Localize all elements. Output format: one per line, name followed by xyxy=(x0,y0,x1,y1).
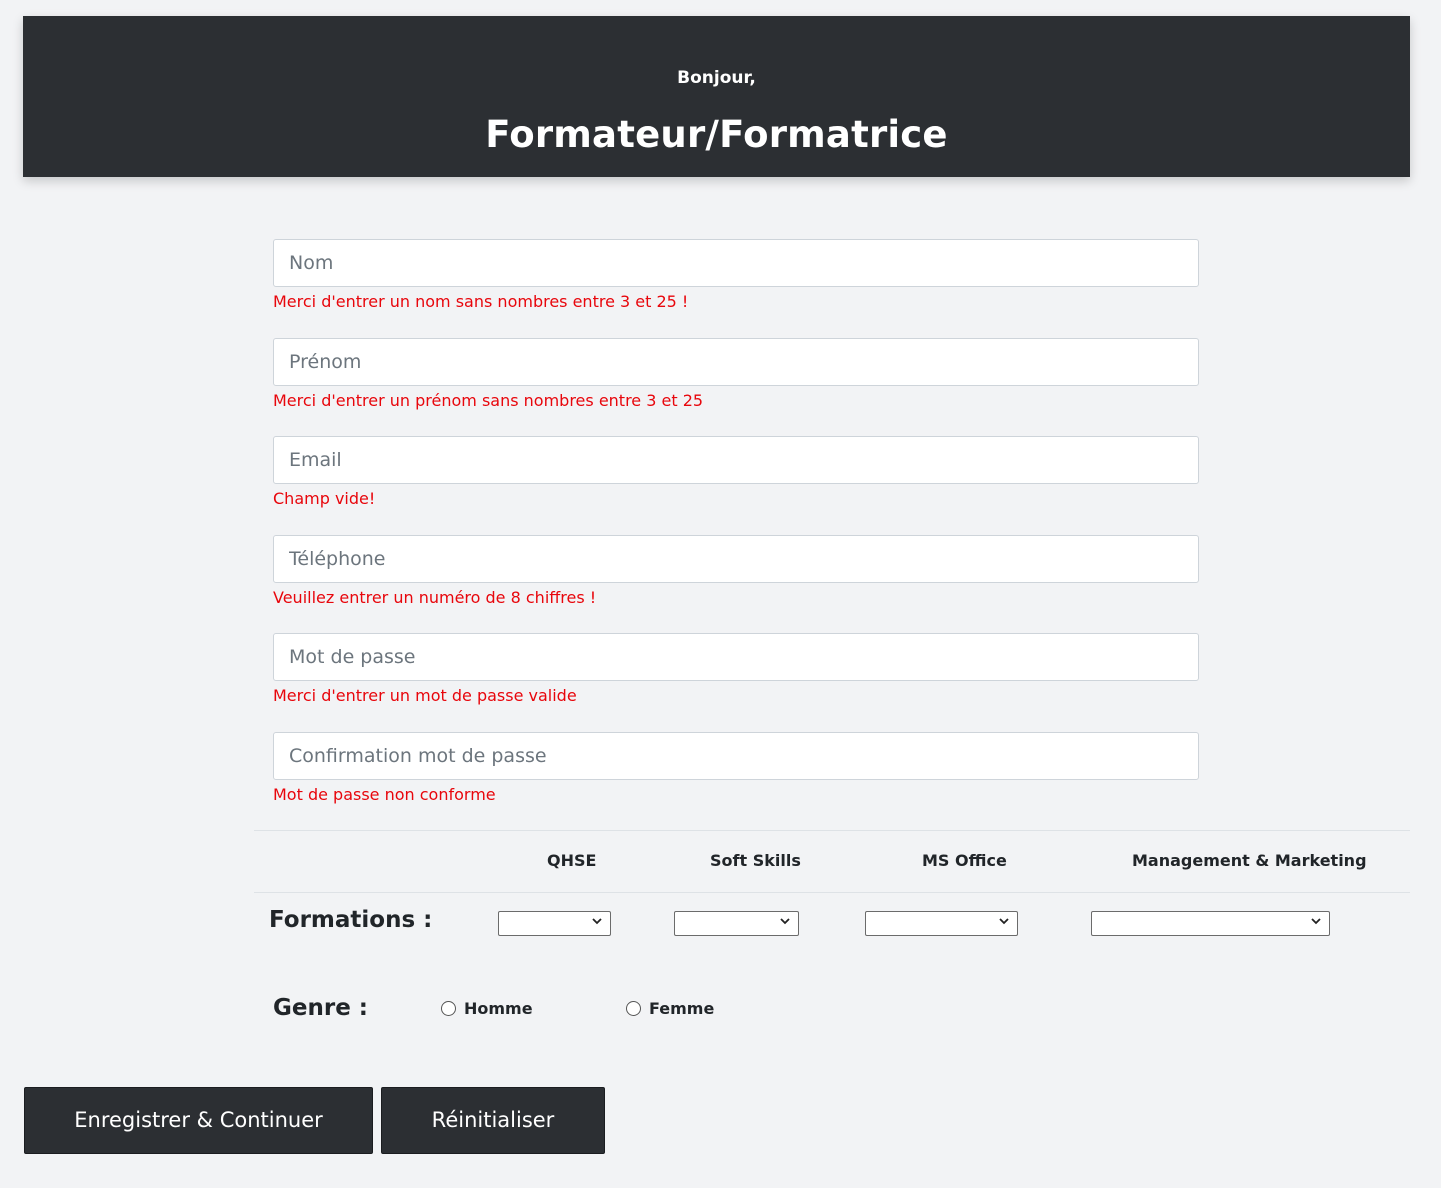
telephone-input[interactable] xyxy=(273,535,1199,583)
greeting-text: Bonjour, xyxy=(677,68,756,88)
genre-label: Genre : xyxy=(273,995,368,1021)
confirm-password-field-group: Mot de passe non conforme xyxy=(273,732,1199,804)
password-error: Merci d'entrer un mot de passe valide xyxy=(273,686,577,705)
nom-error: Merci d'entrer un nom sans nombres entre… xyxy=(273,292,689,311)
confirm-password-error: Mot de passe non conforme xyxy=(273,785,496,804)
radio-homme[interactable]: Homme xyxy=(441,999,533,1018)
prenom-field-group: Merci d'entrer un prénom sans nombres en… xyxy=(273,338,1199,410)
radio-circle-icon[interactable] xyxy=(626,1001,641,1016)
prenom-input[interactable] xyxy=(273,338,1199,386)
soft-skills-select[interactable] xyxy=(674,911,799,936)
table-header-divider xyxy=(254,892,1410,893)
chevron-down-icon xyxy=(1311,918,1321,925)
qhse-select[interactable] xyxy=(498,911,611,936)
chevron-down-icon xyxy=(780,918,790,925)
save-continue-button[interactable]: Enregistrer & Continuer xyxy=(24,1087,373,1154)
table-top-divider xyxy=(254,830,1410,831)
confirm-password-input[interactable] xyxy=(273,732,1199,780)
password-field-group: Merci d'entrer un mot de passe valide xyxy=(273,633,1199,705)
radio-femme-label[interactable]: Femme xyxy=(649,999,714,1018)
ms-office-select[interactable] xyxy=(865,911,1018,936)
email-field-group: Champ vide! xyxy=(273,436,1199,508)
telephone-error: Veuillez entrer un numéro de 8 chiffres … xyxy=(273,588,597,607)
email-error: Champ vide! xyxy=(273,489,376,508)
page-header: Bonjour, Formateur/Formatrice xyxy=(23,16,1410,177)
column-header-management-marketing: Management & Marketing xyxy=(1132,851,1367,870)
radio-circle-icon[interactable] xyxy=(441,1001,456,1016)
radio-homme-label[interactable]: Homme xyxy=(464,999,533,1018)
page-title: Formateur/Formatrice xyxy=(485,113,948,156)
chevron-down-icon xyxy=(592,918,602,925)
email-input[interactable] xyxy=(273,436,1199,484)
nom-input[interactable] xyxy=(273,239,1199,287)
password-input[interactable] xyxy=(273,633,1199,681)
prenom-error: Merci d'entrer un prénom sans nombres en… xyxy=(273,391,704,410)
nom-field-group: Merci d'entrer un nom sans nombres entre… xyxy=(273,239,1199,311)
chevron-down-icon xyxy=(999,918,1009,925)
column-header-soft-skills: Soft Skills xyxy=(710,851,801,870)
management-marketing-select[interactable] xyxy=(1091,911,1330,936)
formations-label: Formations : xyxy=(269,907,433,933)
telephone-field-group: Veuillez entrer un numéro de 8 chiffres … xyxy=(273,535,1199,607)
column-header-qhse: QHSE xyxy=(547,851,597,870)
reset-button[interactable]: Réinitialiser xyxy=(381,1087,605,1154)
radio-femme[interactable]: Femme xyxy=(626,999,714,1018)
column-header-ms-office: MS Office xyxy=(922,851,1007,870)
